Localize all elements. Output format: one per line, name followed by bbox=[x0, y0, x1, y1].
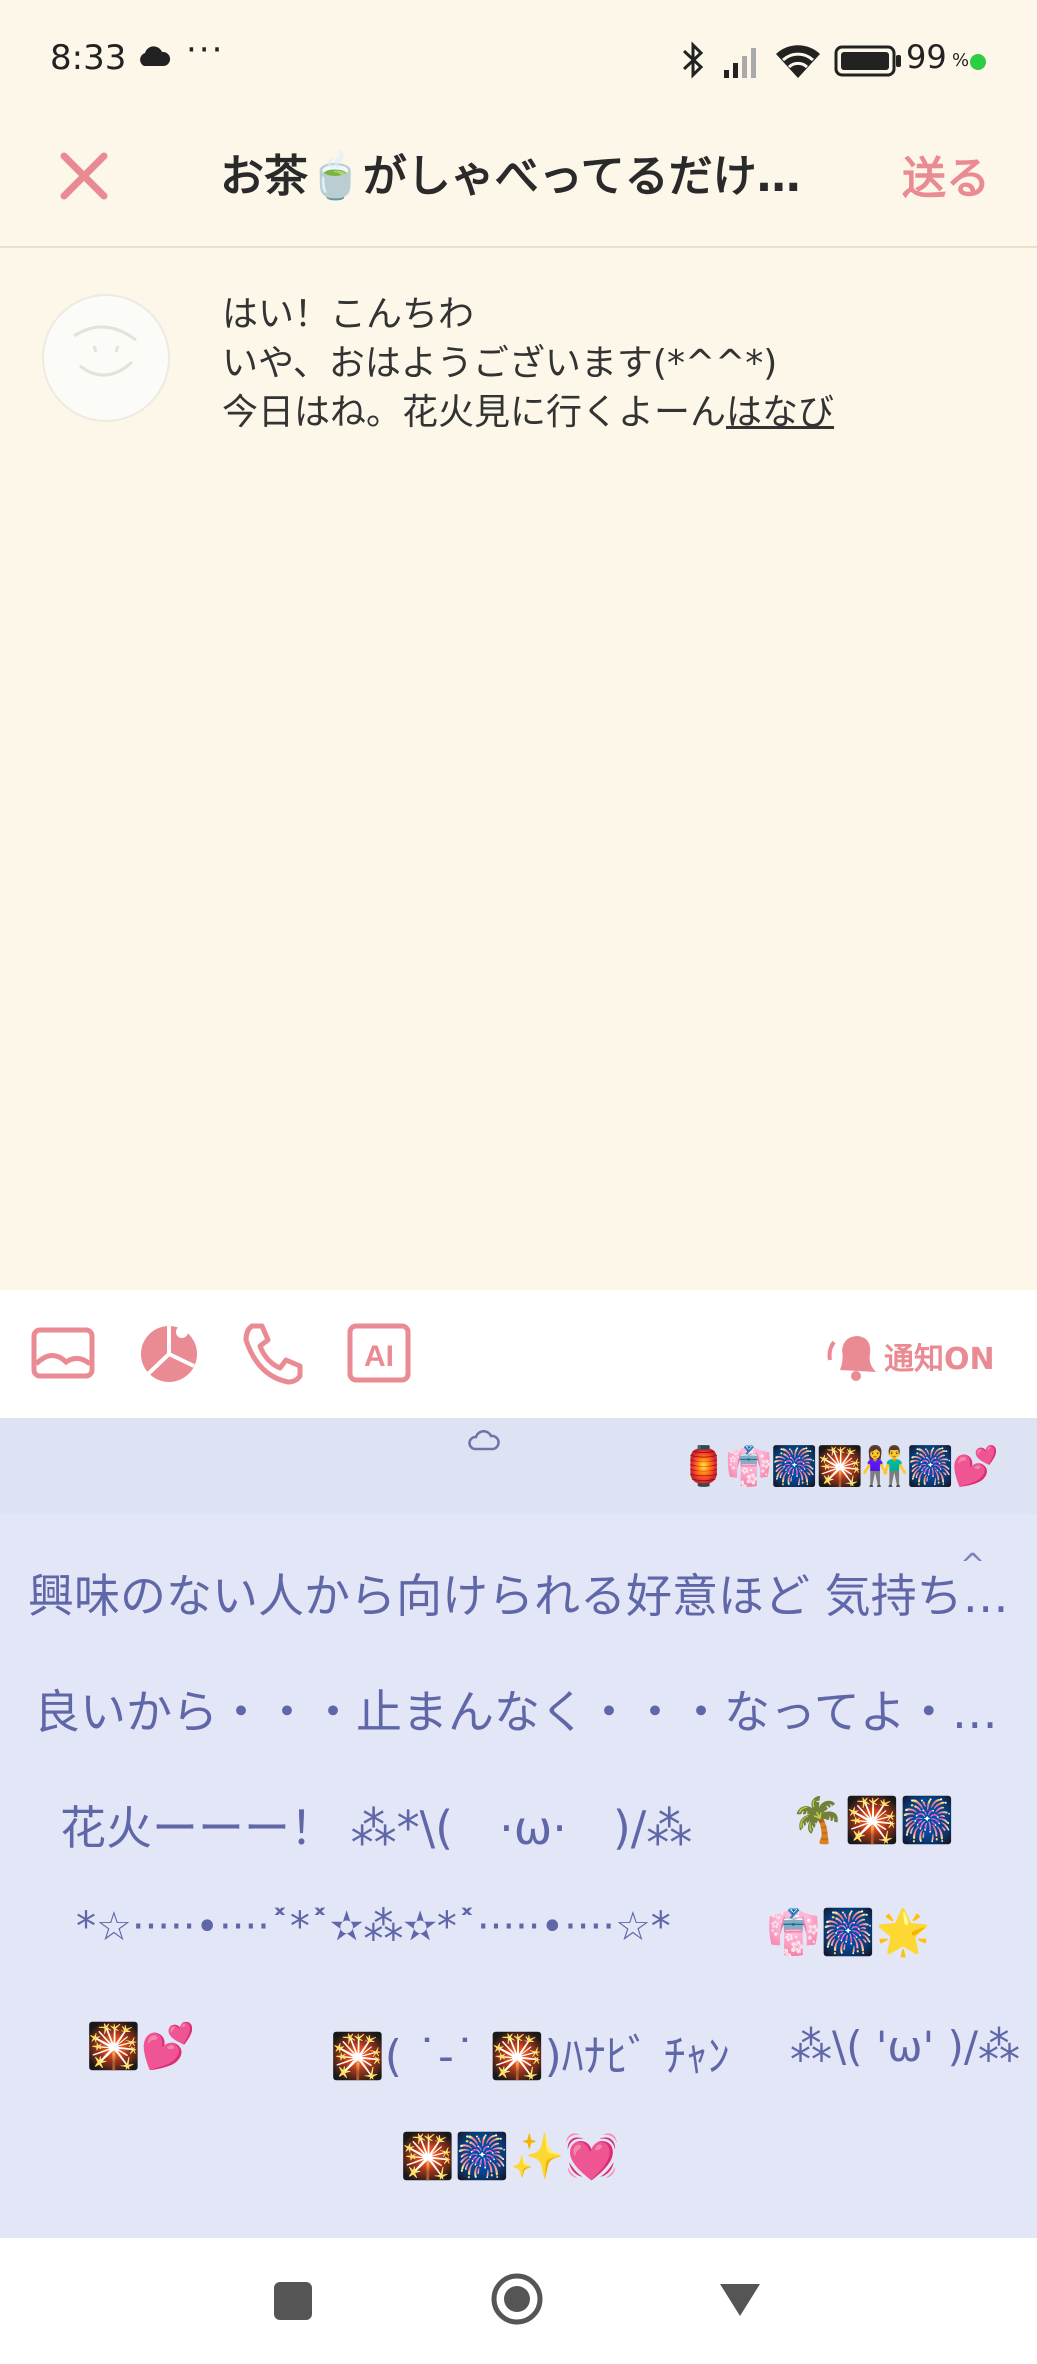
battery-icon bbox=[834, 45, 901, 77]
image-icon[interactable] bbox=[30, 1318, 96, 1388]
post-line-text: 今日はね。花火見に行くよーん bbox=[222, 392, 727, 433]
recents-icon[interactable] bbox=[274, 2282, 312, 2320]
post-body: はい！こんちわ いや、おはようございます(*^^*) 今日はね。花火見に行くよー… bbox=[222, 290, 834, 437]
hashtag-link[interactable]: はなび bbox=[726, 392, 834, 433]
suggestion-item[interactable]: *☆·····•····˟*˟✫⁂✫*˟·····•····☆* bbox=[76, 1904, 671, 1950]
phone-icon[interactable] bbox=[238, 1318, 304, 1388]
suggestion-item[interactable]: 🌴🎇🎆 bbox=[790, 1794, 954, 1846]
svg-text:AI: AI bbox=[364, 1340, 394, 1373]
wifi-icon bbox=[776, 45, 820, 78]
pie-chart-icon[interactable] bbox=[136, 1318, 202, 1388]
back-icon[interactable] bbox=[716, 2280, 764, 2320]
privacy-indicator-dot bbox=[970, 54, 986, 70]
status-time: 8:33 bbox=[50, 38, 127, 78]
cloud-icon[interactable] bbox=[468, 1430, 500, 1452]
suggestion-item[interactable]: 良いから・・・止まんなく・・・なってよ・… bbox=[34, 1676, 1002, 1742]
suggestion-item[interactable]: 興味のない人から向けられる好意ほど 気持ち… bbox=[28, 1560, 1018, 1626]
post-line: 今日はね。花火見に行くよーんはなび bbox=[222, 388, 834, 437]
post-line: はい！こんちわ bbox=[222, 294, 475, 335]
avatar-sketch-icon bbox=[73, 325, 137, 377]
suggestion-item[interactable]: ⁂\( 'ω' )/⁂ bbox=[790, 2022, 1020, 2071]
notification-toggle[interactable]: 通知ON bbox=[884, 1334, 995, 1378]
suggestion-item[interactable]: 花火ーーー！ ⁂*\( ·ω· )/⁂ bbox=[60, 1792, 692, 1858]
suggestion-item[interactable]: 🎇🎆✨💓 bbox=[400, 2130, 619, 2182]
bluetooth-icon bbox=[682, 41, 704, 79]
avatar[interactable] bbox=[42, 294, 170, 422]
close-icon[interactable] bbox=[56, 148, 112, 204]
emoji-suggestion-strip[interactable]: 🏮👘🎆🎇👫🎆💕 bbox=[680, 1444, 999, 1489]
cloud-icon bbox=[140, 46, 171, 66]
battery-percent-sign: % bbox=[952, 50, 970, 71]
post-line: いや、おはようございます(*^^*) bbox=[222, 343, 778, 384]
home-icon[interactable] bbox=[490, 2272, 544, 2326]
ai-icon[interactable]: AI bbox=[346, 1318, 412, 1388]
battery-percent: 99 bbox=[906, 38, 947, 76]
suggestion-item[interactable]: 🎇( ˙-˙ 🎇)ﾊﾅﾋﾞ ﾁｬﾝ bbox=[330, 2020, 730, 2084]
bell-icon[interactable] bbox=[826, 1330, 880, 1382]
send-button[interactable]: 送る bbox=[902, 142, 990, 206]
page-title: お茶🍵がしゃべってるだけ… bbox=[220, 151, 801, 202]
signal-icon bbox=[724, 48, 756, 78]
suggestion-item[interactable]: 👘🎆🌟 bbox=[766, 1906, 930, 1958]
suggestion-item[interactable]: 🎇💕 bbox=[86, 2020, 196, 2072]
overflow-dots: ··· bbox=[186, 30, 225, 70]
